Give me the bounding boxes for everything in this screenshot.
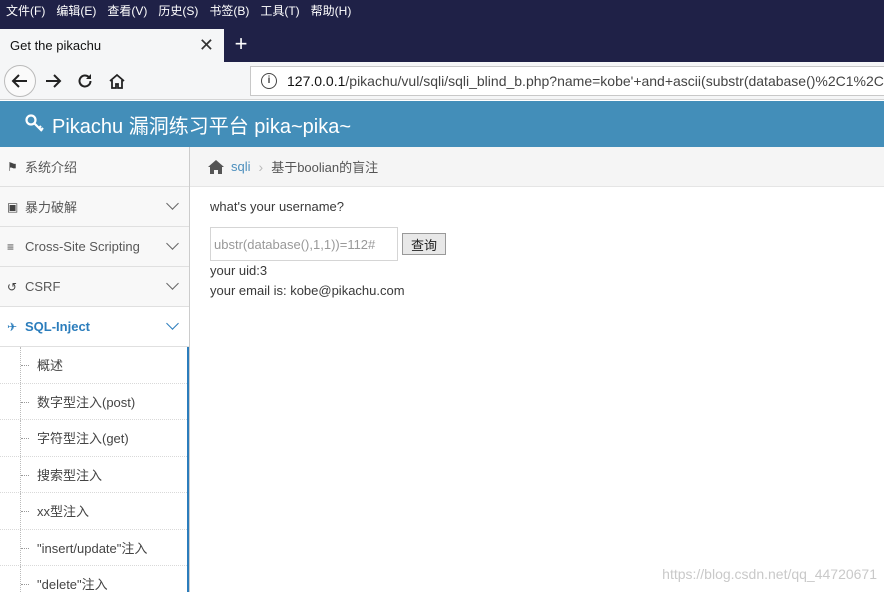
menu-bar: 文件(F) 编辑(E) 查看(V) 历史(S) 书签(B) 工具(T) 帮助(H… <box>0 0 884 20</box>
menu-file[interactable]: 文件(F) <box>6 2 45 19</box>
question-label: what's your username? <box>210 199 344 214</box>
menu-view[interactable]: 查看(V) <box>107 2 147 19</box>
info-icon[interactable]: i <box>261 73 277 89</box>
submit-button[interactable]: 查询 <box>402 233 447 255</box>
submenu-item[interactable]: 字符型注入(get) <box>0 420 187 457</box>
sidebar-item-label: 暴力破解 <box>25 200 78 215</box>
watermark: https://blog.csdn.net/qq_44720671 <box>662 566 877 582</box>
sidebar-item-label: SQL-Inject <box>25 319 91 334</box>
breadcrumb: sqli › 基于boolian的盲注 <box>190 147 884 187</box>
new-tab-button[interactable]: + <box>231 29 251 59</box>
sidebar-item-xss[interactable]: ≡ Cross-Site Scripting <box>0 227 189 267</box>
sidebar-item-label: Cross-Site Scripting <box>25 239 140 254</box>
home-icon[interactable] <box>207 159 225 175</box>
sidebar-item-label: CSRF <box>25 279 61 294</box>
address-bar[interactable]: i 127.0.0.1/pikachu/vul/sqli/sqli_blind_… <box>250 66 884 96</box>
site-title[interactable]: Pikachu 漏洞练习平台 pika~pika~ <box>52 110 351 139</box>
result-email: your email is: kobe@pikachu.com <box>210 283 405 298</box>
menu-edit[interactable]: 编辑(E) <box>56 2 96 19</box>
sidebar-item-intro[interactable]: ⚑ 系统介绍 <box>0 147 189 187</box>
url-path: /pikachu/vul/sqli/sqli_blind_b.php?name=… <box>345 73 884 89</box>
submenu-item[interactable]: 搜索型注入 <box>0 456 187 493</box>
menu-tools[interactable]: 工具(T) <box>260 2 299 19</box>
lock-icon: ▣ <box>7 199 19 214</box>
plane-icon: ✈ <box>7 319 18 334</box>
url-host: 127.0.0.1 <box>287 73 346 89</box>
arrow-right-icon <box>46 74 62 88</box>
tab-bar: Get the pikachu ✕ + <box>0 20 884 62</box>
sidebar-item-label: 系统介绍 <box>25 160 78 175</box>
reload-button[interactable] <box>70 66 100 96</box>
site-header: Pikachu 漏洞练习平台 pika~pika~ <box>0 101 884 147</box>
chevron-down-icon <box>166 197 179 210</box>
sidebar-item-csrf[interactable]: ↺ CSRF <box>0 267 189 307</box>
url-text: 127.0.0.1/pikachu/vul/sqli/sqli_blind_b.… <box>287 73 884 89</box>
close-icon[interactable]: ✕ <box>199 35 214 56</box>
submenu-item[interactable]: 概述 <box>0 347 187 384</box>
reload-icon <box>78 74 92 88</box>
chevron-down-icon <box>166 237 179 250</box>
submenu-item[interactable]: "delete"注入 <box>0 566 187 592</box>
key-icon <box>25 114 44 132</box>
sitemap-icon: ≡ <box>7 239 15 254</box>
submenu-item[interactable]: "insert/update"注入 <box>0 529 187 566</box>
browser-tab[interactable]: Get the pikachu ✕ <box>0 29 224 62</box>
tags-icon: ⚑ <box>7 159 18 174</box>
nav-bar: i 127.0.0.1/pikachu/vul/sqli/sqli_blind_… <box>0 62 884 100</box>
chevron-down-icon <box>166 317 179 330</box>
sidebar: ⚑ 系统介绍 ▣ 暴力破解 ≡ Cross-Site Scripting ↺ C… <box>0 147 190 592</box>
main-content: what's your username? 查询 your uid:3 your… <box>210 197 870 301</box>
breadcrumb-current: 基于boolian的盲注 <box>271 160 379 175</box>
sidebar-item-bruteforce[interactable]: ▣ 暴力破解 <box>0 187 189 227</box>
home-button[interactable] <box>102 66 132 96</box>
forward-button[interactable] <box>38 66 68 96</box>
query-form: 查询 <box>210 227 870 261</box>
chevron-right-icon: › <box>258 158 264 175</box>
sidebar-item-sqli[interactable]: ✈ SQL-Inject <box>0 307 189 347</box>
home-icon <box>109 73 125 89</box>
breadcrumb-link[interactable]: sqli <box>231 159 251 174</box>
tab-title: Get the pikachu <box>10 38 102 53</box>
sqli-submenu: 概述 数字型注入(post) 字符型注入(get) 搜索型注入 xx型注入 "i… <box>0 347 189 592</box>
arrow-left-icon <box>11 74 27 88</box>
menu-help[interactable]: 帮助(H) <box>311 2 352 19</box>
share-icon: ↺ <box>7 279 18 294</box>
menu-bookmarks[interactable]: 书签(B) <box>209 2 249 19</box>
username-input[interactable] <box>210 227 398 261</box>
submenu-item[interactable]: 数字型注入(post) <box>0 383 187 420</box>
menu-history[interactable]: 历史(S) <box>158 2 198 19</box>
result-uid: your uid:3 <box>210 263 268 278</box>
back-button[interactable] <box>4 65 36 97</box>
chevron-down-icon <box>166 277 179 290</box>
submenu-item[interactable]: xx型注入 <box>0 493 187 530</box>
